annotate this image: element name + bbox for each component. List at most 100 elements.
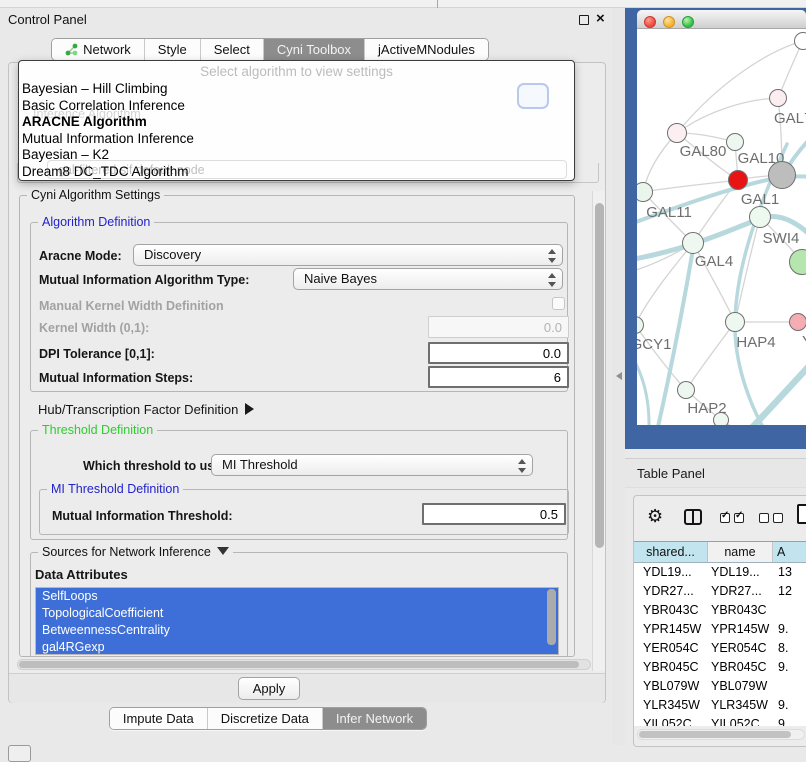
tab-label: Impute Data — [123, 711, 194, 726]
apply-button[interactable]: Apply — [238, 677, 300, 700]
float-panel-icon[interactable] — [579, 15, 589, 25]
deselect-all-columns-icon[interactable] — [759, 513, 783, 523]
column-header-name[interactable]: name — [708, 542, 773, 562]
tab-cyni-toolbox[interactable]: Cyni Toolbox — [264, 39, 365, 60]
network-node-gal11[interactable] — [637, 182, 653, 202]
splitter-collapse-icon[interactable] — [616, 372, 622, 380]
collapsed-panel-icon[interactable] — [8, 745, 31, 762]
tab-infer-network[interactable]: Infer Network — [323, 708, 426, 729]
network-node[interactable] — [768, 161, 796, 189]
table-row[interactable]: YBL079WYBL079W — [634, 677, 806, 696]
network-node-gcy1[interactable] — [637, 316, 644, 334]
table-hscrollbar-track[interactable] — [637, 729, 805, 740]
window-zoom-icon[interactable] — [682, 16, 694, 28]
window-close-icon[interactable] — [644, 16, 656, 28]
table-cell: YBR045C — [634, 658, 708, 677]
top-strip-divider — [437, 0, 438, 8]
network-window[interactable]: GAL7GAL80GAL10GAL1GAL11SWI4GAL4GCY1HAP4Y… — [637, 10, 806, 425]
network-node-hap4[interactable] — [725, 312, 745, 332]
tab-network[interactable]: Network — [52, 39, 145, 60]
table-cell: 9. — [773, 658, 806, 677]
tab-style[interactable]: Style — [145, 39, 201, 60]
kernel-width-field[interactable] — [428, 316, 569, 338]
control-panel-titlebar: Control Panel × — [0, 8, 612, 32]
dpi-tolerance-field[interactable] — [428, 342, 569, 364]
table-cell: 9. — [773, 696, 806, 715]
tab-discretize-data[interactable]: Discretize Data — [208, 708, 323, 729]
table-row[interactable]: YLR345WYLR345W9. — [634, 696, 806, 715]
collapsed-arrow-icon — [245, 403, 254, 415]
network-node[interactable] — [713, 412, 729, 425]
network-node-y[interactable] — [789, 313, 806, 331]
kernel-width-label: Kernel Width (0,1): — [39, 321, 149, 335]
table-row[interactable]: YBR045CYBR045C9. — [634, 658, 806, 677]
aracne-mode-label: Aracne Mode: — [39, 249, 122, 263]
algorithm-option[interactable]: Mutual Information Inference — [19, 131, 574, 148]
network-node-hap2[interactable] — [677, 381, 695, 399]
network-node[interactable] — [794, 32, 806, 50]
algorithm-option[interactable]: Bayesian – Hill Climbing — [19, 81, 574, 98]
table-cell: YBL079W — [708, 677, 773, 696]
table-row[interactable]: YDR27...YDR27...12 — [634, 582, 806, 601]
unchecked-checkbox-icon — [759, 513, 769, 523]
network-node-gal80[interactable] — [667, 123, 687, 143]
screen: Control Panel × NetworkStyleSelectCyni T… — [0, 0, 806, 762]
table-row[interactable]: YPR145WYPR145W9. — [634, 620, 806, 639]
network-node-swi4[interactable] — [749, 206, 771, 228]
tab-impute-data[interactable]: Impute Data — [110, 708, 208, 729]
which-threshold-label: Which threshold to use: — [83, 459, 225, 473]
manual-kernel-checkbox[interactable] — [552, 297, 565, 310]
column-header-shared-name[interactable]: shared... — [634, 542, 708, 562]
node-label: GAL11 — [646, 204, 692, 221]
attribute-list-item[interactable]: SelfLoops — [36, 588, 558, 605]
node-label: GAL7 — [774, 110, 806, 127]
data-attributes-list[interactable]: SelfLoopsTopologicalCoefficientBetweenne… — [35, 587, 559, 655]
table-row[interactable]: YER054CYER054C8. — [634, 639, 806, 658]
table-row[interactable]: YIL052CYIL052C9. — [634, 715, 806, 726]
tab-select[interactable]: Select — [201, 39, 264, 60]
attributes-list-scrollbar[interactable] — [547, 589, 556, 645]
window-minimize-icon[interactable] — [663, 16, 675, 28]
panel-splitter[interactable] — [612, 8, 625, 745]
network-node-gal10[interactable] — [726, 133, 744, 151]
attribute-list-item[interactable]: TopologicalCoefficient — [36, 605, 558, 622]
settings-scrollbar-track[interactable] — [592, 191, 605, 671]
sources-group: Sources for Network Inference Data Attri… — [30, 552, 568, 657]
table-cell: YLR345W — [634, 696, 708, 715]
gear-icon[interactable]: ⚙ — [647, 506, 663, 527]
network-node[interactable] — [789, 249, 806, 275]
attribute-list-item[interactable]: BetweennessCentrality — [36, 622, 558, 639]
settings-hscrollbar-thumb[interactable] — [19, 661, 579, 668]
sources-toggle[interactable]: Sources for Network Inference — [38, 545, 233, 559]
table-row[interactable]: YBR043CYBR043C — [634, 601, 806, 620]
close-icon[interactable]: × — [596, 10, 605, 27]
table-cell: YDL19... — [634, 563, 708, 582]
algorithm-combobox-placeholder: Select algorithm to view settings — [19, 64, 574, 79]
hub-tf-definition-toggle[interactable]: Hub/Transcription Factor Definition — [38, 402, 254, 417]
select-all-columns-icon[interactable] — [720, 513, 744, 523]
network-canvas[interactable]: GAL7GAL80GAL10GAL1GAL11SWI4GAL4GCY1HAP4Y… — [637, 29, 806, 425]
algorithm-option[interactable]: ARACNE Algorithm — [19, 114, 574, 131]
network-node-gal4[interactable] — [682, 232, 704, 254]
aracne-mode-combobox[interactable]: Discovery — [133, 244, 563, 266]
mi-steps-field[interactable] — [428, 366, 569, 388]
settings-hscrollbar-track[interactable] — [17, 659, 591, 670]
settings-scrollbar-thumb[interactable] — [595, 203, 604, 548]
algorithm-option[interactable]: Basic Correlation Inference — [19, 98, 574, 115]
mi-threshold-field[interactable] — [422, 503, 566, 525]
which-threshold-combobox[interactable]: MI Threshold — [211, 454, 533, 476]
mi-type-combobox[interactable]: Naive Bayes — [293, 268, 563, 290]
network-node-gal7[interactable] — [769, 89, 787, 107]
network-node-gal1[interactable] — [728, 170, 748, 190]
tab-jactivemnodules[interactable]: jActiveMNodules — [365, 39, 488, 60]
table-cell: YDL19... — [708, 563, 773, 582]
split-columns-icon[interactable] — [684, 509, 702, 525]
table-row[interactable]: YDL19...YDL19...13 — [634, 563, 806, 582]
export-table-icon[interactable] — [797, 504, 806, 524]
table-hscrollbar-thumb[interactable] — [639, 731, 791, 738]
network-window-titlebar[interactable] — [637, 10, 806, 29]
attribute-list-item[interactable]: gal4RGexp — [36, 639, 558, 655]
algorithm-option[interactable]: Bayesian – K2 — [19, 147, 574, 164]
column-header-partial[interactable]: A — [773, 542, 806, 562]
algorithm-option[interactable]: Dream8 DC_TDC Algorithm — [19, 164, 574, 181]
